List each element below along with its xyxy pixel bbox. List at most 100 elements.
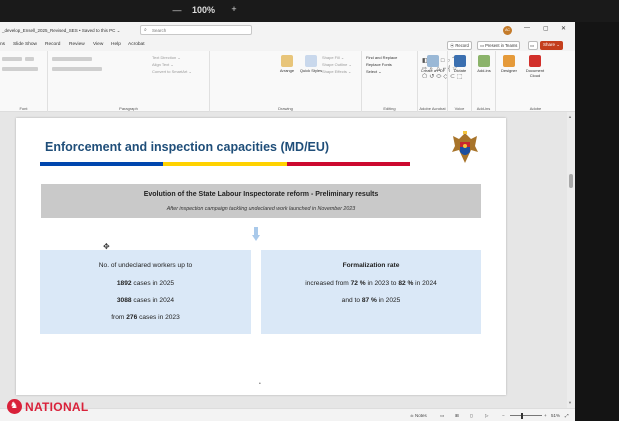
workers-2024: 3088 cases in 2024	[116, 297, 175, 304]
ribbon-group-add-ins: Add-ins Add-ins	[472, 51, 496, 112]
pdf-icon	[427, 55, 439, 67]
results-header: Evolution of the State Labour Inspectora…	[41, 184, 481, 218]
reading-view-icon[interactable]: ▯	[470, 413, 472, 419]
moldova-coat-of-arms-icon	[452, 131, 478, 163]
formalization-2023-2024: increased from 72 % in 2023 to 82 % in 2…	[305, 280, 437, 287]
zoom-in-icon[interactable]: +	[544, 413, 547, 418]
text-direction-button[interactable]: Text Direction ⌄	[152, 55, 181, 60]
acrobat-icon	[529, 55, 541, 67]
scroll-down-icon[interactable]: ▼	[568, 400, 572, 405]
arrange-icon	[281, 55, 293, 67]
avatar[interactable]: AC	[503, 26, 512, 35]
quick-styles-button[interactable]: Quick Styles	[298, 55, 324, 73]
convert-smartart-button[interactable]: Convert to SmartArt ⌄	[152, 69, 192, 74]
align-buttons[interactable]	[52, 67, 102, 71]
comment-icon[interactable]: ▭	[528, 40, 538, 50]
add-ins-button[interactable]: Add-ins	[471, 55, 497, 73]
replace-fonts-button[interactable]: Replace Fonts	[366, 62, 392, 67]
record-button[interactable]: ⦿ Record	[447, 40, 472, 50]
slide-marker: •	[259, 381, 261, 387]
group-label: Adobe	[529, 106, 542, 111]
font-format-buttons[interactable]	[2, 67, 38, 71]
zoom-level: 100%	[192, 5, 216, 15]
tab-view[interactable]: View	[93, 42, 103, 47]
font-name-dropdown[interactable]	[2, 57, 22, 61]
restore-button[interactable]: ▢	[543, 25, 549, 32]
zoom-in-button[interactable]: +	[228, 4, 240, 14]
flag-stripe-blue	[40, 162, 164, 166]
powerpoint-window: _develop_Ensell_2025_Revised_SES • Saved…	[0, 22, 575, 421]
find-replace-button[interactable]: Find and Replace	[366, 55, 397, 60]
tab-review[interactable]: Review	[69, 42, 85, 47]
select-button[interactable]: Select ⌄	[366, 69, 382, 74]
logo-bird-icon: ♞	[10, 400, 19, 410]
background-panel	[575, 22, 619, 421]
zoom-out-button[interactable]: —	[171, 5, 183, 15]
slide[interactable]: Enforcement and inspection capacities (M…	[16, 118, 506, 395]
arrange-button[interactable]: Arrange	[274, 55, 300, 73]
minimize-button[interactable]: —	[524, 25, 530, 31]
slide-sorter-icon[interactable]: ⊞	[455, 413, 459, 419]
scroll-up-icon[interactable]: ▲	[568, 114, 572, 119]
ribbon-group-font: Font	[0, 51, 48, 112]
fit-slide-icon[interactable]: ⤢	[565, 413, 569, 418]
workers-heading: No. of undeclared workers up to	[98, 262, 193, 269]
group-label: Drawing	[278, 106, 293, 111]
present-in-teams-button[interactable]: ▭ Present in Teams	[477, 40, 521, 50]
zoom-slider-knob[interactable]	[521, 412, 523, 419]
flag-stripe-yellow	[163, 162, 287, 166]
formalization-rate-box[interactable]: Formalization rate increased from 72 % i…	[261, 250, 481, 334]
search-input[interactable]: ⌕ Search	[140, 25, 252, 35]
create-pdf-button[interactable]: Create a PDF	[420, 55, 446, 73]
formalization-2025: and to 87 % in 2025	[341, 297, 401, 304]
ribbon: Font Text Direction ⌄ Align Text ⌄ Conve…	[0, 51, 575, 112]
zoom-slider[interactable]	[510, 415, 542, 416]
normal-view-icon[interactable]: ▭	[440, 413, 444, 419]
slideshow-icon[interactable]: ▷	[485, 413, 488, 419]
vertical-scrollbar[interactable]: ▲ ▼	[567, 112, 575, 408]
group-label: Editing	[383, 106, 396, 111]
slide-canvas[interactable]: Enforcement and inspection capacities (M…	[0, 112, 575, 408]
formalization-heading: Formalization rate	[342, 262, 400, 269]
document-title[interactable]: _develop_Ensell_2025_Revised_SES • Saved…	[2, 28, 120, 34]
tab-insert[interactable]: ns	[0, 42, 5, 47]
results-subtitle: After inspection campaign tackling undec…	[166, 206, 356, 212]
tab-slide-show[interactable]: Slide Show	[13, 42, 37, 47]
shape-outline-button[interactable]: Shape Outline ⌄	[322, 62, 352, 67]
add-ins-icon	[478, 55, 490, 67]
workers-2025: 1892 cases in 2025	[116, 280, 175, 287]
notes-button[interactable]: ≐ Notes	[410, 413, 427, 419]
tab-acrobat[interactable]: Acrobat	[128, 42, 145, 47]
ribbon-group-editing: Find and Replace Replace Fonts Select ⌄ …	[362, 51, 418, 112]
dictate-button[interactable]: Dictate	[447, 55, 473, 73]
microphone-icon	[454, 55, 466, 67]
remote-viewer-bar: — 100% +	[0, 0, 619, 22]
national-logo: ♞ NATIONAL	[7, 398, 103, 416]
group-label: Add-ins	[476, 106, 491, 111]
align-text-button[interactable]: Align Text ⌄	[152, 62, 174, 67]
ribbon-group-adobe: Designer Document Cloud Adobe	[496, 51, 575, 112]
scrollbar-thumb[interactable]	[569, 174, 573, 188]
shape-fill-button[interactable]: Shape Fill ⌄	[322, 55, 344, 60]
share-button[interactable]: Share ⌄	[540, 40, 564, 50]
group-label: Adobe Acrobat	[419, 106, 446, 111]
document-cloud-button[interactable]: Document Cloud	[522, 55, 548, 78]
search-icon: ⌕	[144, 27, 147, 33]
close-button[interactable]: ✕	[561, 25, 566, 32]
list-buttons[interactable]	[52, 57, 92, 61]
flag-stripe-red	[286, 162, 410, 166]
slide-title[interactable]: Enforcement and inspection capacities (M…	[45, 140, 329, 154]
zoom-out-icon[interactable]: −	[502, 413, 505, 418]
shape-effects-button[interactable]: Shape Effects ⌄	[322, 69, 351, 74]
tab-help[interactable]: Help	[111, 42, 121, 47]
quick-styles-icon	[305, 55, 317, 67]
designer-button[interactable]: Designer	[496, 55, 522, 73]
zoom-percent[interactable]: 51%	[551, 413, 560, 418]
font-size-dropdown[interactable]	[25, 57, 34, 61]
tab-record[interactable]: Record	[45, 42, 60, 47]
ribbon-group-voice: Dictate Voice	[448, 51, 472, 112]
group-label: Voice	[454, 106, 465, 111]
results-title: Evolution of the State Labour Inspectora…	[143, 191, 379, 198]
group-label: Font	[19, 106, 28, 111]
undeclared-workers-box[interactable]: No. of undeclared workers up to 1892 cas…	[40, 250, 251, 334]
